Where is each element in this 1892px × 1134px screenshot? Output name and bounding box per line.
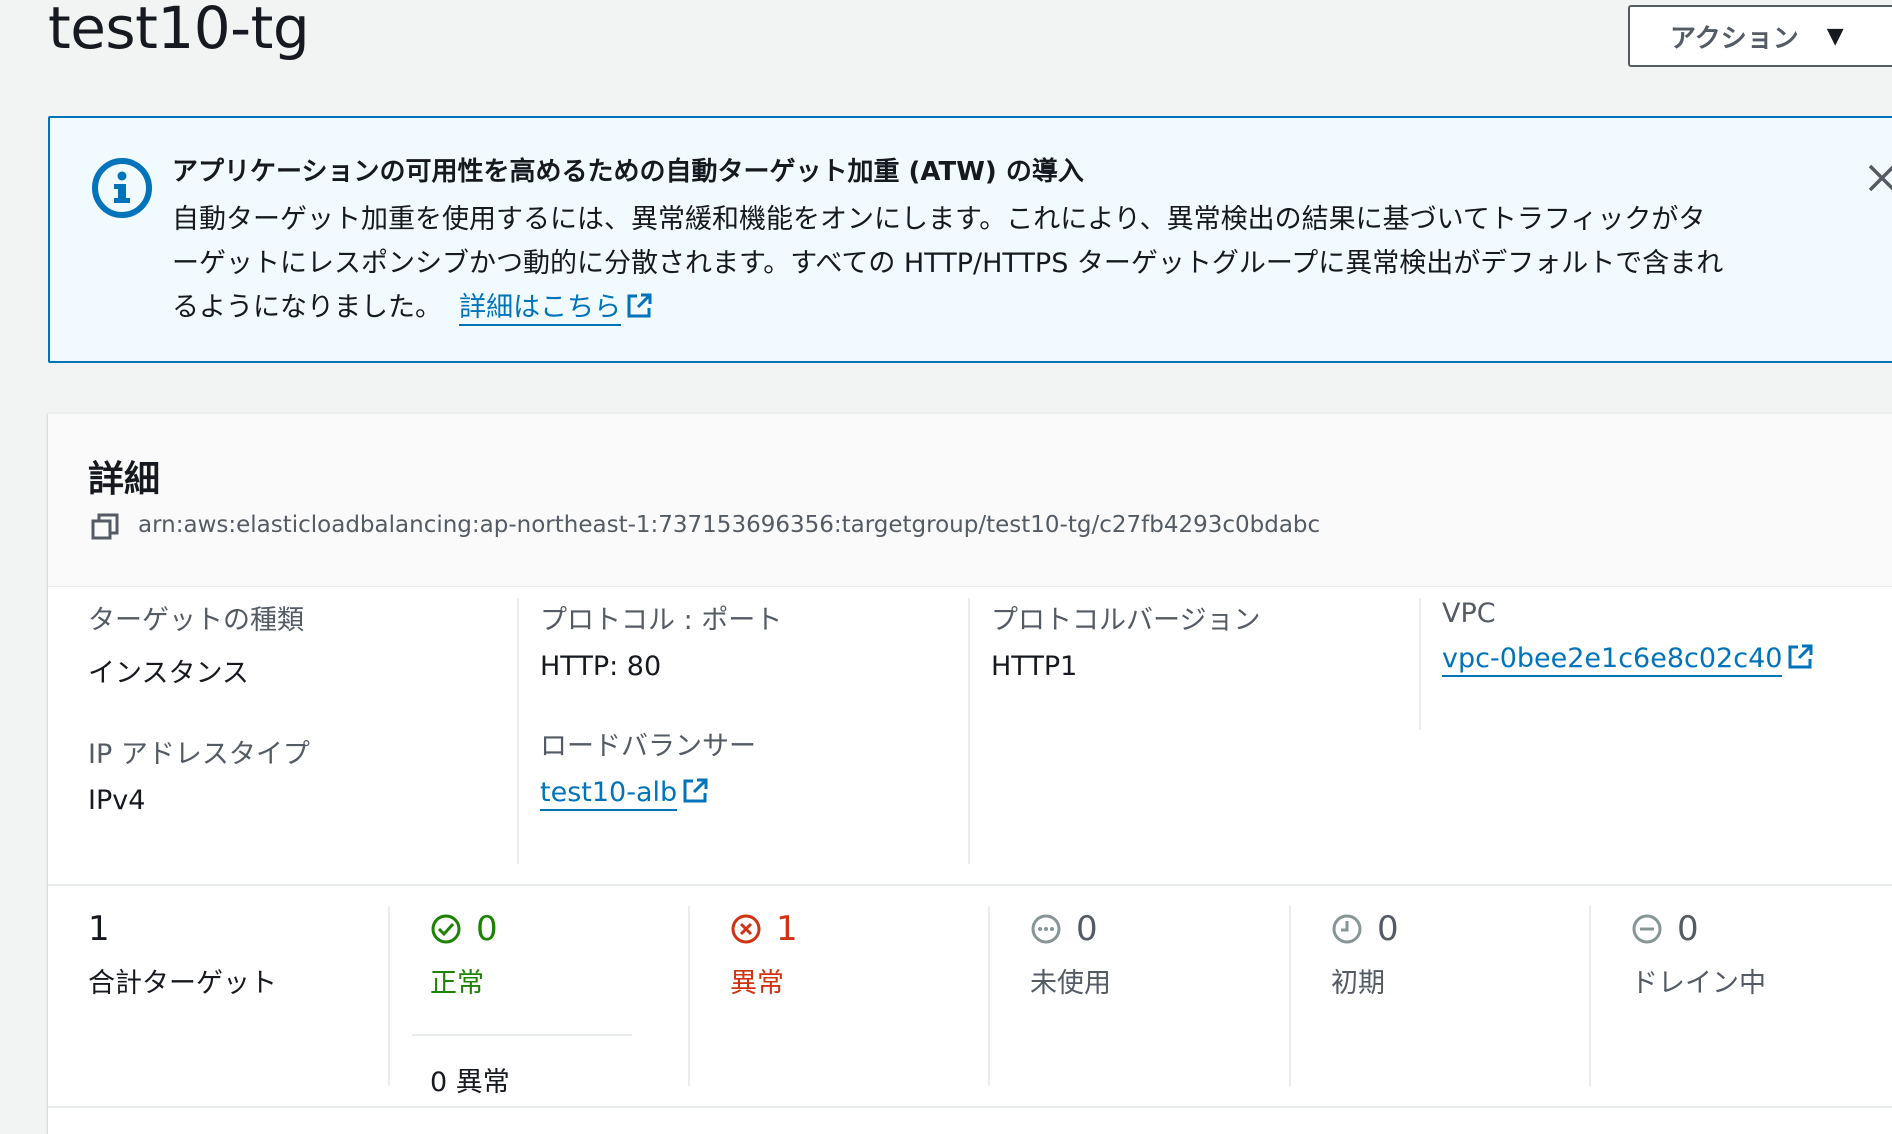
initial-count-row: 0 [1331,909,1399,949]
initial-count: 0 [1377,909,1399,949]
actions-button-label: アクション [1670,23,1799,54]
ip-type-value: IPv4 [88,785,146,816]
info-icon [92,158,152,218]
draining-count: 0 [1677,909,1699,949]
draining-label: ドレイン中 [1631,968,1766,999]
details-panel: 詳細 arn:aws:elasticloadbalancing:ap-north… [48,413,1892,1134]
learn-more-link[interactable]: 詳細はこちら [459,292,622,326]
error-circle-icon [731,914,761,944]
details-title: 詳細 [88,459,161,500]
initial-label: 初期 [1331,968,1385,999]
stat-divider [988,906,990,1086]
arn-value: arn:aws:elasticloadbalancing:ap-northeas… [138,512,1321,538]
target-type-value: インスタンス [88,658,249,689]
copy-icon[interactable] [90,512,120,542]
check-circle-icon [431,914,461,944]
vpc-field: vpc-0bee2e1c6e8c02c40 [1442,643,1814,677]
flash-body-line: ーゲットにレスポンシブかつ動的に分散されます。すべての HTTP/HTTPS タ… [172,248,1724,279]
flash-body: 自動ターゲット加重を使用するには、異常緩和機能をオンにします。これにより、異常検… [172,198,1812,330]
stat-divider [1589,906,1591,1086]
stat-divider [688,906,690,1086]
caret-down-icon: ▼ [1826,23,1844,49]
stat-unhealthy: 1 異常 [730,909,798,1000]
load-balancer-field: test10-alb [540,777,782,811]
protocol-port-label: プロトコル : ポート [540,605,783,636]
page-title: test10-tg [48,0,310,62]
unused-count: 0 [1076,909,1098,949]
healthy-count: 0 [476,909,498,949]
bottom-separator [48,1106,1892,1108]
flash-body-line: 自動ターゲット加重を使用するには、異常緩和機能をオンにします。これにより、異常検… [172,204,1706,235]
protocol-version-label: プロトコルバージョン [991,605,1261,636]
unhealthy-count-row: 1 [730,909,798,949]
close-icon[interactable] [1862,158,1892,198]
healthy-label: 正常 [430,968,484,999]
total-targets-count: 1 [88,909,110,949]
flash-body-line-3: るようになりました。 詳細はこちら [172,286,1812,330]
unused-label: 未使用 [1030,968,1111,999]
stats-separator [48,884,1892,886]
stat-healthy: 0 正常 0 異常 [412,909,632,1099]
detail-column-2: プロトコル : ポート HTTP: 80 ロードバランサー test10-alb [540,598,783,811]
external-link-icon [683,778,708,803]
vpc-link[interactable]: vpc-0bee2e1c6e8c02c40 [1442,643,1783,677]
target-type-label: ターゲットの種類 [88,605,304,636]
detail-column-1: ターゲットの種類 インスタンス IP アドレスタイプ IPv4 [88,598,310,816]
external-link-icon [627,293,652,318]
column-divider [1419,598,1421,730]
stat-divider [388,906,390,1086]
healthy-anomaly-count: 0 異常 [430,1067,510,1098]
info-flash-banner: アプリケーションの可用性を高めるための自動ターゲット加重 (ATW) の導入 自… [48,116,1892,363]
clock-icon [1332,914,1362,944]
load-balancer-link[interactable]: test10-alb [540,777,678,811]
external-link-icon [1788,644,1813,669]
protocol-port-value: HTTP: 80 [540,651,662,682]
minus-circle-icon [1632,914,1662,944]
unhealthy-count: 1 [776,909,798,949]
details-header: 詳細 arn:aws:elasticloadbalancing:ap-north… [48,414,1892,587]
flash-title: アプリケーションの可用性を高めるための自動ターゲット加重 (ATW) の導入 [172,157,1084,187]
stat-unused: 0 未使用 [1030,909,1111,1000]
detail-column-4: VPC vpc-0bee2e1c6e8c02c40 [1442,598,1814,677]
learn-more-label: 詳細はこちら [459,292,622,323]
ellipsis-circle-icon [1031,914,1061,944]
ip-type-label: IP アドレスタイプ [88,739,310,770]
load-balancer-value: test10-alb [540,777,678,808]
total-targets-label: 合計ターゲット [88,968,277,999]
detail-column-3: プロトコルバージョン HTTP1 [991,598,1260,682]
column-divider [517,598,519,864]
draining-count-row: 0 [1631,909,1766,949]
protocol-version-value: HTTP1 [991,651,1078,682]
vpc-value: vpc-0bee2e1c6e8c02c40 [1442,643,1783,674]
column-divider [968,598,970,864]
healthy-count-row: 0 [430,909,632,949]
stat-initial: 0 初期 [1331,909,1399,1000]
vpc-label: VPC [1442,598,1496,629]
stat-draining: 0 ドレイン中 [1631,909,1766,1000]
unused-count-row: 0 [1030,909,1111,949]
actions-dropdown-button[interactable]: アクション ▼ [1628,5,1892,67]
unhealthy-label: 異常 [730,968,784,999]
stat-total-targets: 1 合計ターゲット [88,909,277,1000]
load-balancer-label: ロードバランサー [540,731,756,762]
flash-body-text: るようになりました。 [172,292,442,323]
healthy-sub-divider [412,1034,632,1036]
stat-divider [1289,906,1291,1086]
